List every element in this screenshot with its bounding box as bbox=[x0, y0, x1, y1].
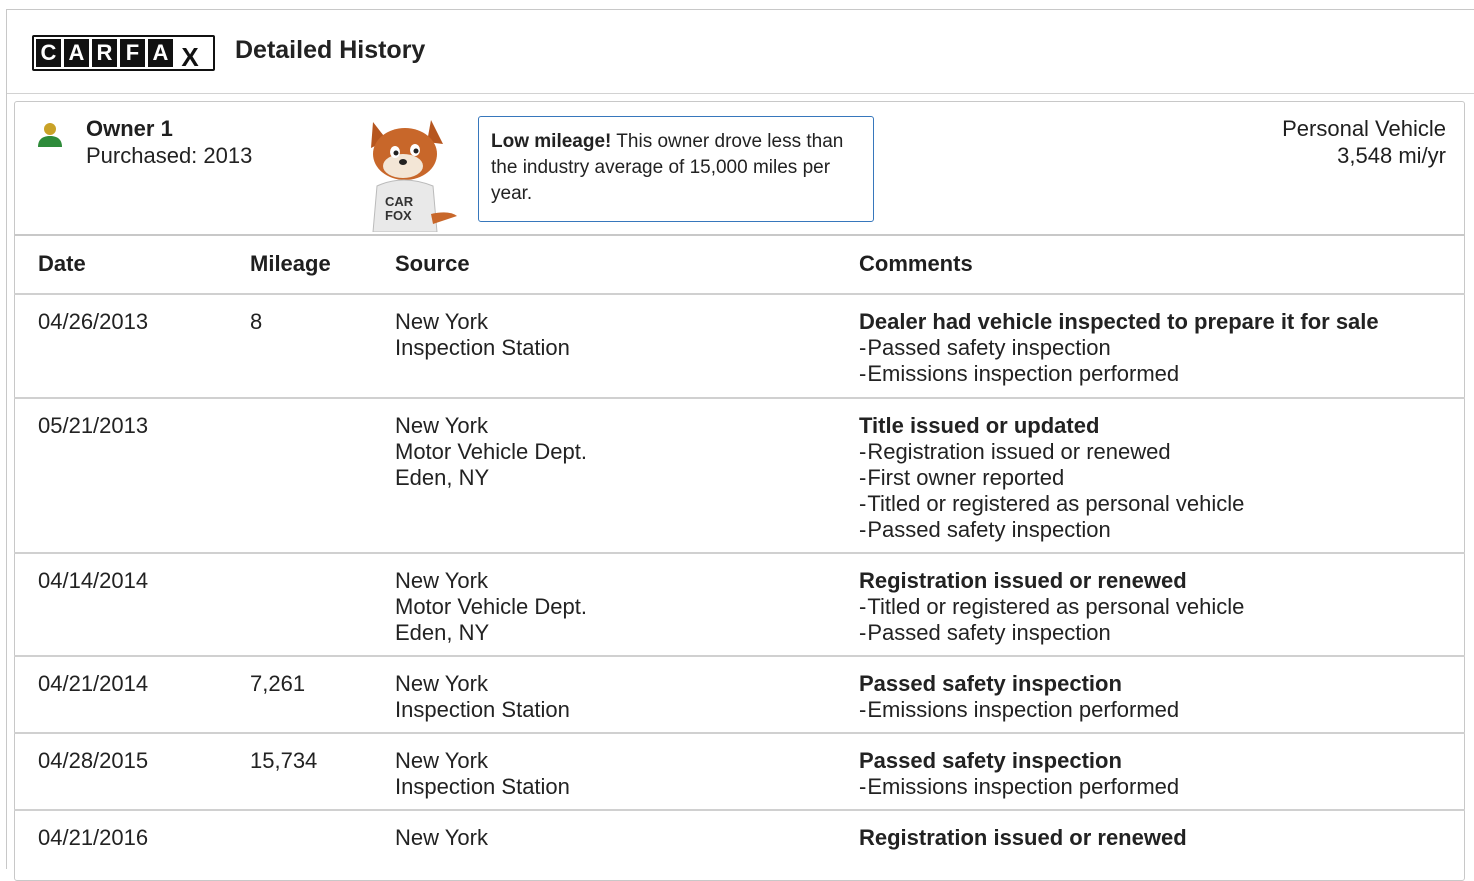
source-line: Inspection Station bbox=[395, 335, 570, 360]
car-fox-mascot-icon: CAR FOX bbox=[371, 120, 457, 232]
history-table: Date Mileage Source Comments 04/26/2013 … bbox=[14, 234, 1465, 871]
comment-item: Titled or registered as personal vehicle bbox=[859, 491, 1244, 517]
comment-item: Passed safety inspection bbox=[859, 620, 1244, 646]
source-line: New York bbox=[395, 748, 488, 773]
table-row: 05/21/2013 New York Motor Vehicle Dept. … bbox=[14, 399, 1465, 554]
source-line: New York bbox=[395, 413, 488, 438]
row-source: New York Motor Vehicle Dept. Eden, NY bbox=[395, 568, 587, 646]
svg-text:CAR: CAR bbox=[385, 194, 414, 209]
comment-title: Registration issued or renewed bbox=[859, 568, 1187, 593]
row-date: 05/21/2013 bbox=[38, 413, 149, 438]
logo-letter-f: F bbox=[120, 39, 145, 67]
owner-person-icon bbox=[38, 123, 62, 147]
svg-text:FOX: FOX bbox=[385, 208, 412, 223]
page-title: Detailed History bbox=[235, 36, 426, 64]
column-header-comments: Comments bbox=[859, 251, 973, 276]
row-date: 04/28/2015 bbox=[38, 748, 149, 773]
logo-letter-r: R bbox=[92, 39, 117, 67]
comment-item: Emissions inspection performed bbox=[859, 774, 1179, 800]
source-line: Eden, NY bbox=[395, 465, 490, 490]
owner-purchased: Purchased: 2013 bbox=[86, 143, 253, 168]
source-line: Inspection Station bbox=[395, 697, 570, 722]
comment-item: Passed safety inspection bbox=[859, 335, 1379, 361]
comment-item: First owner reported bbox=[859, 465, 1244, 491]
table-row: 04/26/2013 8 New York Inspection Station… bbox=[14, 295, 1465, 399]
row-comments: Passed safety inspection Emissions inspe… bbox=[859, 671, 1179, 723]
row-date: 04/26/2013 bbox=[38, 309, 149, 334]
comment-item: Titled or registered as personal vehicle bbox=[859, 594, 1244, 620]
source-line: Motor Vehicle Dept. bbox=[395, 594, 587, 619]
source-line: New York bbox=[395, 309, 488, 334]
column-header-mileage: Mileage bbox=[250, 251, 331, 276]
row-mileage: 15,734 bbox=[250, 748, 318, 773]
source-line: Inspection Station bbox=[395, 774, 570, 799]
row-comments: Passed safety inspection Emissions inspe… bbox=[859, 748, 1179, 800]
table-row: 04/28/2015 15,734 New York Inspection St… bbox=[14, 734, 1465, 811]
table-row: 04/21/2016 New York Registration issued … bbox=[14, 811, 1465, 871]
row-source: New York Inspection Station bbox=[395, 748, 570, 800]
column-header-date: Date bbox=[38, 251, 86, 276]
low-mileage-callout: Low mileage! This owner drove less than … bbox=[478, 116, 874, 222]
owner-title: Owner 1 bbox=[86, 116, 173, 141]
row-comments: Registration issued or renewed Titled or… bbox=[859, 568, 1244, 646]
logo-letter-x: X bbox=[181, 42, 199, 72]
row-date: 04/14/2014 bbox=[38, 568, 149, 593]
row-source: New York Inspection Station bbox=[395, 671, 570, 723]
comment-title: Passed safety inspection bbox=[859, 671, 1122, 696]
comment-title: Passed safety inspection bbox=[859, 748, 1122, 773]
vehicle-type: Personal Vehicle bbox=[1282, 116, 1446, 141]
source-line: Motor Vehicle Dept. bbox=[395, 439, 587, 464]
comment-item: Passed safety inspection bbox=[859, 517, 1244, 543]
row-source: New York Inspection Station bbox=[395, 309, 570, 361]
row-date: 04/21/2016 bbox=[38, 825, 149, 850]
column-header-source: Source bbox=[395, 251, 470, 276]
row-mileage: 7,261 bbox=[250, 671, 306, 696]
comment-item: Emissions inspection performed bbox=[859, 361, 1379, 387]
row-comments: Title issued or updated Registration iss… bbox=[859, 413, 1244, 543]
comment-title: Title issued or updated bbox=[859, 413, 1100, 438]
row-source: New York bbox=[395, 825, 488, 851]
report-header: C A R F A X Detailed History bbox=[7, 10, 1474, 94]
carfax-logo: C A R F A X bbox=[32, 35, 215, 72]
row-comments: Registration issued or renewed bbox=[859, 825, 1187, 851]
row-source: New York Motor Vehicle Dept. Eden, NY bbox=[395, 413, 587, 491]
mileage-rate: 3,548 mi/yr bbox=[1337, 143, 1446, 168]
table-row: 04/21/2014 7,261 New York Inspection Sta… bbox=[14, 657, 1465, 734]
row-comments: Dealer had vehicle inspected to prepare … bbox=[859, 309, 1379, 387]
source-line: New York bbox=[395, 568, 488, 593]
comment-item: Registration issued or renewed bbox=[859, 439, 1244, 465]
row-date: 04/21/2014 bbox=[38, 671, 149, 696]
source-line: New York bbox=[395, 825, 488, 850]
source-line: New York bbox=[395, 671, 488, 696]
logo-letter-c: C bbox=[36, 39, 61, 67]
logo-letter-a2: A bbox=[148, 39, 173, 67]
table-row: 04/14/2014 New York Motor Vehicle Dept. … bbox=[14, 554, 1465, 657]
comment-title: Dealer had vehicle inspected to prepare … bbox=[859, 309, 1379, 334]
table-header-row: Date Mileage Source Comments bbox=[14, 236, 1465, 295]
comment-item: Emissions inspection performed bbox=[859, 697, 1179, 723]
source-line: Eden, NY bbox=[395, 620, 490, 645]
comment-title: Registration issued or renewed bbox=[859, 825, 1187, 850]
logo-letter-a: A bbox=[64, 39, 89, 67]
row-mileage: 8 bbox=[250, 309, 263, 334]
callout-heading: Low mileage! bbox=[491, 131, 612, 152]
